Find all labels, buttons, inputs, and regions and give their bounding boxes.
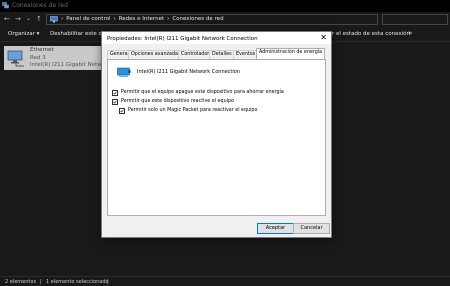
list-item[interactable]: Ethernet Red 3 Intel(R) I211 Gigabit Net…	[4, 46, 110, 70]
breadcrumb-network-connections[interactable]: Conexiones de red	[172, 16, 223, 22]
breadcrumb-separator: ›	[113, 16, 116, 22]
window-title: Conexiones de red	[12, 2, 68, 9]
magic-packet-label: Permitir solo un Magic Packet para react…	[128, 108, 258, 113]
allow-wake-label: Permitir que este dispositivo reactive e…	[121, 99, 234, 104]
checkmark-icon	[113, 91, 117, 95]
allow-wake-checkbox[interactable]	[112, 99, 118, 105]
adapter-name: Intel(R) I211 Gigabit Network Connection	[137, 69, 241, 75]
breadcrumb: › Panel de control › Redes e Internet › Conex…	[61, 15, 227, 24]
tab-advanced[interactable]: Opciones avanzadas	[128, 50, 184, 59]
breadcrumb-separator: ›	[61, 16, 64, 22]
ok-button[interactable]: Aceptar	[257, 223, 294, 234]
power-management-panel: Intel(R) I211 Gigabit Network Connection…	[107, 59, 326, 216]
tab-details[interactable]: Detalles	[209, 50, 235, 59]
more-commands-button[interactable]: »	[408, 30, 412, 37]
address-bar[interactable]: › Panel de control › Redes e Internet › Conex…	[46, 14, 378, 25]
network-connections-icon	[2, 2, 9, 9]
back-button[interactable]: ←	[4, 14, 10, 24]
navigation-bar: ← → ⌄ ↑ › Panel de control › Redes e Intern…	[0, 12, 450, 27]
item-name: Ethernet	[30, 47, 54, 53]
allow-power-off-checkbox[interactable]	[112, 90, 118, 96]
tab-events[interactable]: Eventos	[233, 50, 259, 59]
status-selected: 1 elemento seleccionado	[46, 279, 109, 285]
breadcrumb-separator: ›	[167, 16, 170, 22]
breadcrumb-network-internet[interactable]: Redes e Internet	[119, 16, 164, 22]
cancel-button[interactable]: Cancelar	[293, 223, 330, 234]
search-input[interactable]	[382, 14, 448, 25]
tab-driver[interactable]: Controlador	[178, 50, 213, 59]
close-icon[interactable]: ✕	[320, 33, 327, 43]
magic-packet-checkbox[interactable]	[119, 108, 125, 114]
tab-power-management[interactable]: Administración de energía	[256, 48, 326, 59]
checkmark-icon	[113, 100, 117, 104]
network-adapter-icon	[117, 67, 131, 77]
up-button[interactable]: ↑	[36, 14, 42, 24]
status-bar: 2 elementos | 1 elemento seleccionado |	[0, 276, 450, 286]
view-status-button[interactable]: r el estado de esta conexión	[332, 30, 410, 38]
status-separator: |	[40, 279, 42, 285]
item-adapter: Intel(R) I211 Gigabit Network	[30, 62, 111, 68]
allow-power-off-label: Permitir que el equipo apague este dispo…	[121, 90, 284, 95]
breadcrumb-control-panel[interactable]: Panel de control	[66, 16, 110, 22]
properties-dialog: Propiedades: Intel(R) I211 Gigabit Netwo…	[101, 31, 332, 238]
forward-button[interactable]: →	[15, 14, 21, 24]
window-titlebar: Conexiones de red	[0, 0, 450, 12]
recent-locations-button[interactable]: ⌄	[26, 14, 31, 24]
status-item-count: 2 elementos	[5, 279, 37, 285]
status-separator: |	[107, 279, 109, 285]
item-network: Red 3	[30, 55, 46, 61]
organize-menu[interactable]: Organizar ▾	[8, 30, 39, 38]
control-panel-icon	[50, 16, 58, 23]
checkmark-icon	[120, 109, 124, 113]
ethernet-icon	[7, 50, 24, 67]
disable-device-button[interactable]: Deshabilitar este d	[50, 30, 102, 38]
dialog-title: Propiedades: Intel(R) I211 Gigabit Netwo…	[107, 36, 258, 42]
